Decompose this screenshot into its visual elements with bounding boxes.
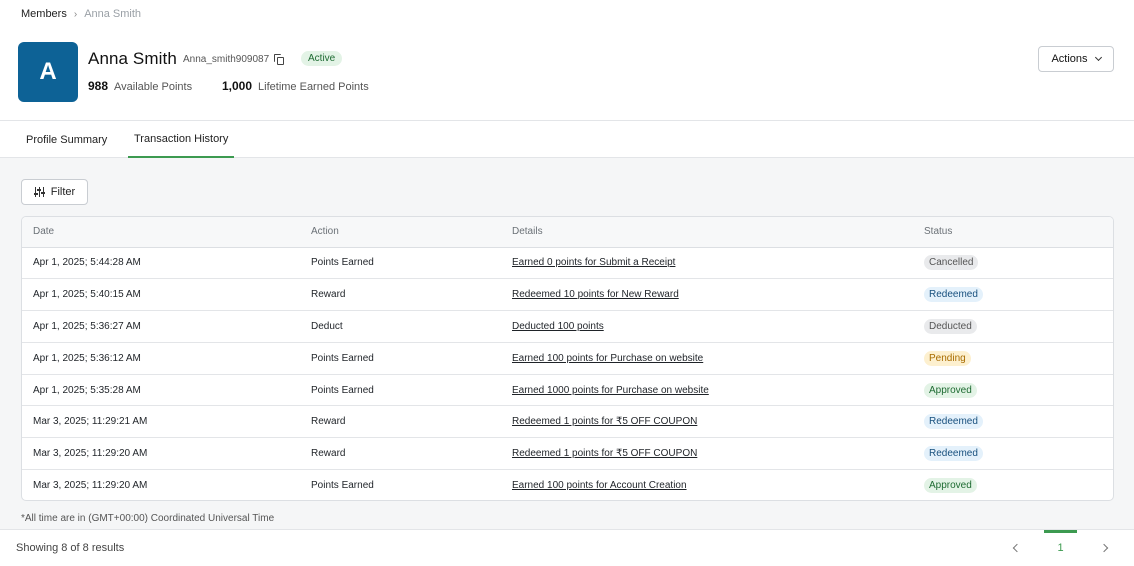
cell-details: Deducted 100 points (501, 310, 913, 343)
cell-date: Apr 1, 2025; 5:36:12 AM (22, 342, 300, 375)
lifetime-points-value: 1,000 (222, 79, 253, 93)
page-number-button[interactable]: 1 (1044, 530, 1077, 566)
cell-details: Redeemed 1 points for ₹5 OFF COUPON (501, 405, 913, 439)
results-summary: Showing 8 of 8 results (16, 542, 125, 554)
filter-button[interactable]: Filter (21, 179, 88, 205)
cell-status: Cancelled (913, 247, 1113, 280)
avatar: A (18, 42, 78, 102)
member-name: Anna Smith (88, 49, 177, 68)
details-link[interactable]: Earned 0 points for Submit a Receipt (512, 257, 675, 268)
timezone-footnote: *All time are in (GMT+00:00) Coordinated… (21, 513, 275, 524)
cell-action: Points Earned (300, 374, 501, 407)
details-link[interactable]: Redeemed 1 points for ₹5 OFF COUPON (512, 416, 697, 427)
table-header-row: Date Action Details Status (22, 217, 1113, 248)
copy-icon[interactable] (274, 54, 285, 65)
breadcrumb: Members › Anna Smith (21, 8, 141, 20)
table-row: Mar 3, 2025; 11:29:20 AM Points Earned Ear… (22, 470, 1113, 500)
cell-action: Points Earned (300, 247, 501, 280)
lifetime-points-label: Lifetime Earned Points (258, 81, 369, 93)
cell-date: Mar 3, 2025; 11:29:21 AM (22, 405, 300, 439)
cell-action: Points Earned (300, 342, 501, 375)
tab-transaction-history[interactable]: Transaction History (128, 121, 235, 158)
cell-status: Approved (913, 470, 1113, 500)
chevron-down-icon (1094, 53, 1102, 62)
status-badge: Redeemed (924, 446, 983, 462)
status-badge: Approved (924, 478, 977, 494)
chevron-left-icon[interactable] (1012, 543, 1022, 553)
actions-label: Actions (1051, 53, 1088, 65)
cell-date: Apr 1, 2025; 5:44:28 AM (22, 247, 300, 280)
available-points-label: Available Points (114, 81, 193, 93)
status-badge: Active (301, 51, 343, 66)
details-link[interactable]: Earned 1000 points for Purchase on websi… (512, 385, 709, 396)
status-badge: Pending (924, 350, 971, 366)
cell-details: Redeemed 10 points for New Reward (501, 278, 913, 312)
status-badge: Deducted (924, 318, 977, 334)
cell-date: Apr 1, 2025; 5:36:27 AM (22, 310, 300, 343)
cell-status: Approved (913, 374, 1113, 407)
cell-date: Apr 1, 2025; 5:40:15 AM (22, 278, 300, 312)
table-row: Apr 1, 2025; 5:36:27 AM Deduct Deducted 10… (22, 310, 1113, 343)
status-badge: Redeemed (924, 414, 983, 430)
cell-details: Earned 1000 points for Purchase on websi… (501, 374, 913, 407)
pagination-footer: Showing 8 of 8 results 1 (0, 529, 1134, 566)
tabs-bar: Profile Summary Transaction History (0, 120, 1134, 158)
chevron-right-icon: › (73, 8, 78, 20)
table-row: Mar 3, 2025; 11:29:20 AM Reward Redeemed 1… (22, 437, 1113, 471)
column-header-date: Date (22, 217, 300, 248)
table-row: Mar 3, 2025; 11:29:21 AM Reward Redeemed 1… (22, 405, 1113, 439)
available-points-value: 988 (88, 79, 109, 93)
cell-date: Mar 3, 2025; 11:29:20 AM (22, 437, 300, 471)
filter-sliders-icon (33, 187, 46, 197)
table-row: Apr 1, 2025; 5:35:28 AM Points Earned Earn… (22, 374, 1113, 407)
column-header-status: Status (913, 217, 1113, 248)
tab-profile-summary[interactable]: Profile Summary (26, 121, 107, 158)
column-header-action: Action (300, 217, 501, 248)
lifetime-points-stat: 1,000 Lifetime Earned Points (222, 79, 369, 93)
cell-date: Apr 1, 2025; 5:35:28 AM (22, 374, 300, 407)
filter-label: Filter (50, 186, 76, 198)
details-link[interactable]: Deducted 100 points (512, 321, 604, 332)
pagination: 1 (1012, 530, 1109, 566)
cell-status: Redeemed (913, 278, 1113, 312)
transaction-content: Filter Date Action Details Status Apr 1,… (0, 158, 1134, 530)
table-row: Apr 1, 2025; 5:44:28 AM Points Earned Earn… (22, 247, 1113, 280)
cell-status: Pending (913, 342, 1113, 375)
cell-status: Deducted (913, 310, 1113, 343)
details-link[interactable]: Redeemed 1 points for ₹5 OFF COUPON (512, 448, 697, 459)
status-badge: Redeemed (924, 287, 983, 303)
table-body: Apr 1, 2025; 5:44:28 AM Points Earned Earn… (22, 247, 1113, 500)
cell-action: Reward (300, 278, 501, 312)
cell-action: Points Earned (311, 480, 374, 492)
details-link[interactable]: Earned 100 points for Account Creation (512, 480, 687, 491)
username: Anna_smith909087 (183, 54, 270, 65)
details-link[interactable]: Redeemed 10 points for New Reward (512, 289, 679, 300)
breadcrumb-current: Anna Smith (84, 8, 142, 20)
cell-details: Earned 100 points for Account Creation (501, 470, 913, 500)
chevron-right-icon[interactable] (1099, 543, 1109, 553)
cell-details: Earned 0 points for Submit a Receipt (501, 247, 913, 280)
status-badge: Cancelled (924, 255, 979, 271)
breadcrumb-members-link[interactable]: Members (21, 8, 67, 20)
column-header-details: Details (501, 217, 913, 248)
cell-details: Earned 100 points for Purchase on websit… (501, 342, 913, 375)
cell-status: Redeemed (913, 437, 1113, 471)
cell-action: Deduct (300, 310, 501, 343)
actions-button[interactable]: Actions (1038, 46, 1114, 72)
cell-action: Reward (300, 405, 501, 439)
details-link[interactable]: Earned 100 points for Purchase on websit… (512, 353, 703, 364)
username-group: Anna_smith909087 (183, 54, 285, 65)
table-row: Apr 1, 2025; 5:36:12 AM Points Earned Earn… (22, 342, 1113, 375)
cell-date: Mar 3, 2025; 11:29:20 AM (33, 480, 148, 492)
cell-details: Redeemed 1 points for ₹5 OFF COUPON (501, 437, 913, 471)
available-points-stat: 988 Available Points (88, 79, 192, 93)
transactions-table: Date Action Details Status Apr 1, 2025; … (21, 216, 1114, 501)
status-badge: Approved (924, 382, 977, 398)
table-row: Apr 1, 2025; 5:40:15 AM Reward Redeemed 10… (22, 278, 1113, 312)
cell-status: Redeemed (913, 405, 1113, 439)
cell-action: Reward (300, 437, 501, 471)
